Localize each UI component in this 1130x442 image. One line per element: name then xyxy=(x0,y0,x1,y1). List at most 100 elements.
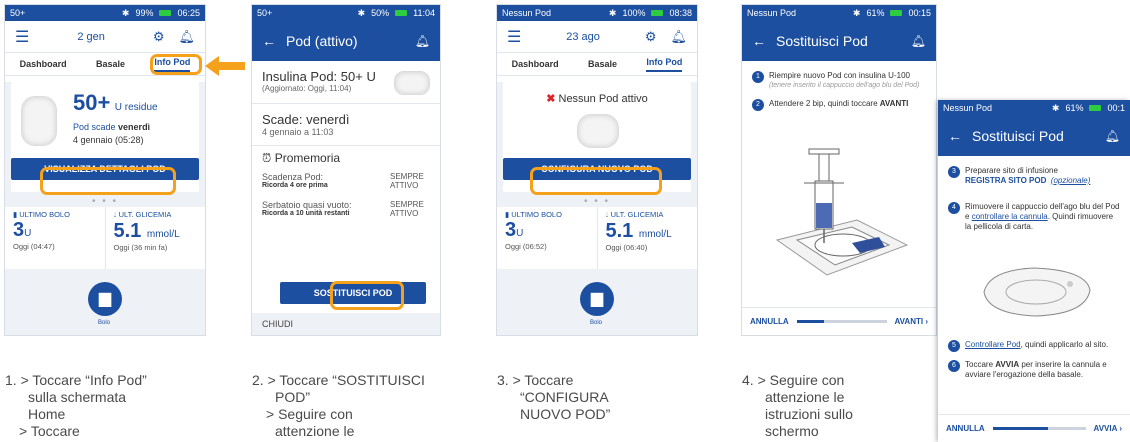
highlight-details-button xyxy=(40,167,176,195)
clock: 06:25 xyxy=(177,8,200,18)
bluetooth-icon: ✱ xyxy=(1051,102,1060,113)
tab-info-pod[interactable]: Info Pod xyxy=(646,57,683,72)
expires-date: 4 gennaio a 11:03 xyxy=(262,127,334,137)
step-number: 6 xyxy=(948,360,960,372)
close-button[interactable]: CHIUDI xyxy=(252,319,293,329)
clock: 08:38 xyxy=(669,8,692,18)
bell-icon[interactable]: 🔔︎ xyxy=(670,29,687,45)
close-bar: CHIUDI xyxy=(252,313,440,335)
caption-step-2: 2. > Toccare “SOSTITUISCI POD” > Seguire… xyxy=(252,372,425,440)
start-label: AVVIA xyxy=(1093,424,1118,433)
cancel-button[interactable]: ANNULLA xyxy=(750,317,789,326)
screen-replace-pod-step2: Nessun Pod ✱ 61% 00:1 ← Sostituisci Pod 🔔︎ … xyxy=(938,100,1130,442)
caption-line: istruzioni sullo xyxy=(765,406,853,422)
caption-line: 3. > Toccare xyxy=(497,372,574,388)
header: ← Sostituisci Pod 🔔︎ xyxy=(938,116,1130,156)
step-5: 5 Controllare Pod, quindi applicarlo al … xyxy=(948,340,1120,352)
highlight-replace-button xyxy=(330,281,404,310)
gear-icon[interactable]: ⚙ xyxy=(153,29,165,45)
back-arrow-icon[interactable]: ← xyxy=(948,128,962,144)
back-arrow-icon[interactable]: ← xyxy=(262,33,276,49)
caption-line: schermo xyxy=(765,423,819,439)
syringe-pod-illustration xyxy=(775,148,909,276)
last-bolus-unit: U xyxy=(24,228,32,239)
bolus-button[interactable]: ▆ xyxy=(580,282,614,316)
step-2-action: AVANTI xyxy=(879,99,909,108)
drop-icon: 💧︎ xyxy=(605,210,609,219)
stats-row: ▮ ULTIMO BOLO 3U Oggi (04:47) 💧︎ ULT. GL… xyxy=(5,207,205,269)
caption-step-1: 1. > Toccare “Info Pod” sulla schermata … xyxy=(5,372,147,440)
menu-icon[interactable]: ☰ xyxy=(507,27,521,47)
back-arrow-icon[interactable]: ← xyxy=(752,33,766,49)
step-number: 4 xyxy=(948,202,960,214)
page-dots: • • • xyxy=(91,196,119,207)
step-number: 5 xyxy=(948,340,960,352)
pod-status: 50+ xyxy=(10,8,26,18)
caption-line: 4. > Seguire con xyxy=(742,372,845,388)
expiry-date: 4 gennaio (05:28) xyxy=(73,135,144,145)
battery-level: 99% xyxy=(135,8,154,18)
tab-basale[interactable]: Basale xyxy=(96,59,125,69)
battery-icon xyxy=(890,10,903,16)
tab-dashboard[interactable]: Dashboard xyxy=(20,59,67,69)
syringe-icon: ▮ xyxy=(505,210,510,219)
glucose-value: 5.1 xyxy=(605,220,634,242)
reminder-expiry-label: Scadenza Pod: xyxy=(262,172,324,182)
caption-line: 2. > Toccare “SOSTITUISCI xyxy=(252,372,425,388)
glucose-unit: mmol/L xyxy=(638,229,672,240)
caption-step-3: 3. > Toccare “CONFIGURA NUOVO POD” xyxy=(497,372,610,423)
page-dots: • • • xyxy=(583,196,611,207)
bolus-label: Bolo xyxy=(98,320,111,326)
gear-icon[interactable]: ⚙ xyxy=(645,29,657,45)
last-bolus-value: 3 xyxy=(13,219,25,241)
check-pod-link[interactable]: Controllare Pod xyxy=(965,340,1021,349)
bell-icon[interactable]: 🔔︎ xyxy=(415,34,430,48)
menu-icon[interactable]: ☰ xyxy=(15,27,29,47)
cancel-button[interactable]: ANNULLA xyxy=(946,424,985,433)
insulin-remaining: 50+ xyxy=(73,90,111,115)
top-bar: ☰ 2 gen ⚙ 🔔︎ xyxy=(5,21,205,53)
page-title: Pod (attivo) xyxy=(286,33,358,49)
last-bolus-time: Oggi (04:47) xyxy=(13,242,55,251)
clock-icon: ⏰︎ xyxy=(262,151,272,165)
glucose-label: ULT. GLICEMIA xyxy=(610,210,664,219)
reminders-title: Promemoria xyxy=(274,151,341,165)
clock: 11:04 xyxy=(413,8,435,18)
caption-line: attenzione le xyxy=(275,423,355,439)
vial-icon: ▆ xyxy=(98,290,112,307)
step-number: 1 xyxy=(752,71,764,83)
glucose-value: 5.1 xyxy=(113,220,142,242)
tab-dashboard[interactable]: Dashboard xyxy=(512,59,559,69)
reminder-reservoir-sub: Ricorda a 10 unità restanti xyxy=(262,210,350,217)
bell-icon[interactable]: 🔔︎ xyxy=(911,34,926,48)
bolus-button[interactable]: ▆ xyxy=(88,282,122,316)
chevron-right-icon: › xyxy=(1119,424,1122,433)
next-button[interactable]: AVANTI › xyxy=(895,317,929,326)
start-button[interactable]: AVVIA › xyxy=(1094,424,1122,433)
bell-icon[interactable]: 🔔︎ xyxy=(1105,129,1120,143)
step-1-text: Riempire nuovo Pod con insulina U-100 xyxy=(769,71,910,80)
pod-illustration xyxy=(983,267,1091,317)
insulin-unit: U residue xyxy=(114,102,158,113)
last-bolus-unit: U xyxy=(516,228,524,239)
bell-icon[interactable]: 🔔︎ xyxy=(178,29,195,45)
tab-basale[interactable]: Basale xyxy=(588,59,617,69)
glucose-unit: mmol/L xyxy=(146,229,180,240)
last-bolus-label: ULTIMO BOLO xyxy=(511,210,562,219)
status-bar: 50+ ✱ 50% 11:04 xyxy=(252,5,440,21)
header: ← Pod (attivo) 🔔︎ xyxy=(252,21,440,61)
status-bar: Nessun Pod ✱ 61% 00:15 xyxy=(742,5,936,21)
register-site-link[interactable]: REGISTRA SITO POD xyxy=(965,176,1046,185)
glucose-time: Oggi (36 min fa) xyxy=(113,243,168,252)
next-label: AVANTI xyxy=(894,317,924,326)
step-4: 4 Rimuovere il cappuccio dell'ago blu de… xyxy=(948,202,1120,232)
progress-fill xyxy=(992,427,1049,430)
battery-icon xyxy=(395,10,408,16)
no-pod-text: Nessun Pod attivo xyxy=(558,93,648,105)
check-cannula-link[interactable]: controllare la cannula xyxy=(972,212,1048,221)
status-bar: Nessun Pod ✱ 100% 08:38 xyxy=(497,5,697,21)
arrow-icon xyxy=(205,56,245,76)
error-x-icon: ✖ xyxy=(546,93,556,105)
reminder-reservoir-state: SEMPRE ATTIVO xyxy=(390,200,424,218)
last-bolus-time: Oggi (06:52) xyxy=(505,242,547,251)
